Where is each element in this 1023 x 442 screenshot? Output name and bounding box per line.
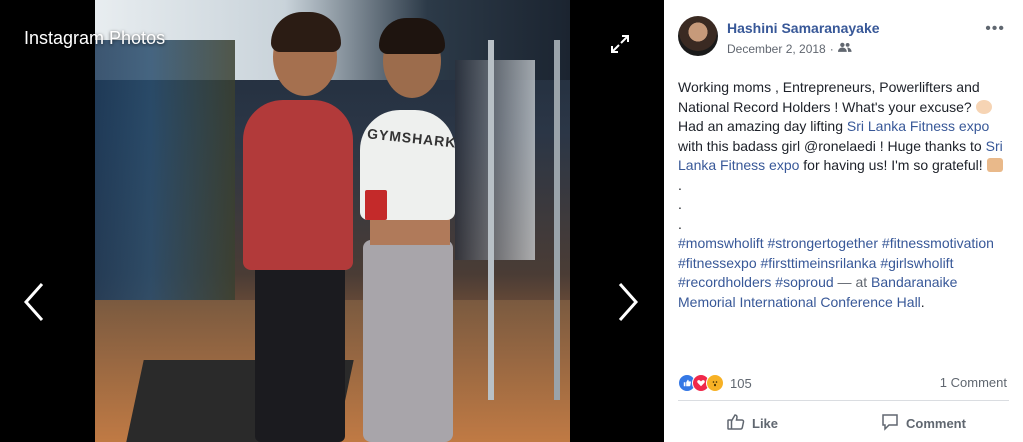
- post-paragraph: Working moms , Entrepreneurs, Powerlifte…: [678, 78, 1008, 176]
- hashtag-link[interactable]: #momswholift: [678, 235, 764, 251]
- page-link[interactable]: Sri Lanka Fitness expo: [847, 118, 989, 134]
- pray-emoji-icon: [986, 158, 1003, 172]
- meta-separator: ·: [829, 42, 834, 56]
- friends-icon[interactable]: [837, 42, 852, 56]
- photo-viewer: GYMSHARK Instagram Photos: [0, 0, 664, 442]
- comment-label: Comment: [906, 416, 966, 431]
- viewer-title[interactable]: Instagram Photos: [24, 28, 165, 49]
- post-text-segment: Working moms , Entrepreneurs, Powerlifte…: [678, 79, 980, 115]
- post-text-segment: Had an amazing day lifting: [678, 118, 847, 134]
- like-button[interactable]: Like: [726, 412, 778, 435]
- dot-line: .: [678, 196, 682, 212]
- chevron-right-icon[interactable]: [616, 282, 640, 322]
- reaction-count: 105: [730, 375, 752, 391]
- hashtag-link[interactable]: #fitnessmotivation: [882, 235, 994, 251]
- reactions-summary[interactable]: 105: [678, 374, 752, 392]
- hashtag-link[interactable]: #soproud: [775, 274, 833, 290]
- person2-legs: [363, 240, 453, 442]
- comment-button[interactable]: Comment: [880, 412, 966, 435]
- hand-emoji-icon: [975, 99, 992, 114]
- expand-icon[interactable]: [608, 32, 632, 56]
- chevron-left-icon[interactable]: [22, 282, 46, 322]
- post-meta: December 2, 2018 ·: [727, 42, 852, 56]
- like-label: Like: [752, 416, 779, 431]
- person1-legs: [255, 265, 345, 442]
- photo-crowd: [95, 40, 235, 300]
- comment-icon: [880, 412, 900, 435]
- dot-line: .: [678, 176, 682, 193]
- hashtag-link[interactable]: #girlswholift: [880, 255, 953, 271]
- lanyard-badge: [365, 190, 387, 220]
- dot-line: .: [678, 215, 682, 232]
- hashtag-link[interactable]: #fitnessexpo: [678, 255, 757, 271]
- location-prefix: — at: [833, 274, 872, 290]
- wow-reaction-icon: [706, 374, 724, 392]
- thumbs-up-icon: [726, 412, 746, 435]
- person1-body: [243, 100, 353, 270]
- hashtag-link[interactable]: #recordholders: [678, 274, 771, 290]
- post-text-segment: for having us! I'm so grateful!: [799, 157, 987, 173]
- post-photo[interactable]: GYMSHARK: [95, 0, 570, 442]
- hashtag-link[interactable]: #firsttimeinsrilanka: [761, 255, 877, 271]
- post-date[interactable]: December 2, 2018: [727, 42, 826, 56]
- location-suffix: .: [920, 293, 925, 310]
- comment-count[interactable]: 1 Comment: [940, 375, 1007, 390]
- options-button[interactable]: •••: [985, 20, 1005, 38]
- photo-rack: [488, 40, 560, 400]
- hashtag-link[interactable]: #strongertogether: [767, 235, 878, 251]
- divider: [678, 400, 1009, 401]
- post-text: Working moms , Entrepreneurs, Powerlifte…: [678, 78, 1008, 312]
- hashtag-paragraph: #momswholift #strongertogether #fitnessm…: [678, 234, 1008, 312]
- author-name[interactable]: Hashini Samaranayake: [727, 20, 880, 36]
- post-text-segment: with this badass girl @ronelaedi ! Huge …: [678, 137, 986, 154]
- avatar[interactable]: [678, 16, 718, 56]
- post-panel: Hashini Samaranayake December 2, 2018 · …: [664, 0, 1023, 442]
